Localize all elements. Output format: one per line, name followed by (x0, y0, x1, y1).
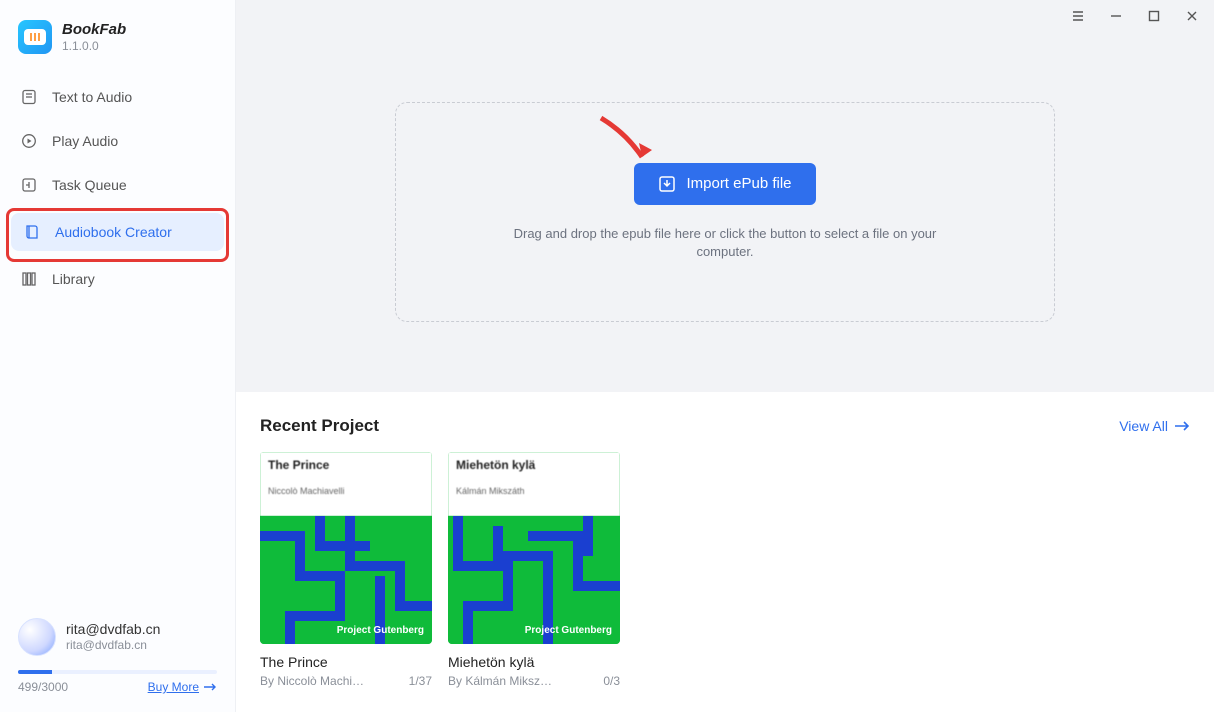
menu-button[interactable] (1070, 8, 1086, 24)
drop-area: Import ePub file Drag and drop the epub … (236, 32, 1214, 392)
recent-title: Recent Project (260, 416, 379, 436)
arrow-right-icon (1174, 420, 1190, 432)
recent-section: Recent Project View All The Prince Nicco… (236, 392, 1214, 688)
pg-label: Project Gutenberg (525, 625, 612, 636)
cover-author: Niccolò Machiavelli (268, 486, 424, 496)
sidebar: BookFab 1.1.0.0 Text to Audio Play Audio (0, 0, 236, 712)
sidebar-item-text-to-audio[interactable]: Text to Audio (8, 78, 227, 116)
sidebar-item-label: Library (52, 271, 95, 287)
buy-more-label: Buy More (148, 680, 199, 694)
card-title: The Prince (260, 654, 432, 670)
user-panel: rita@dvdfab.cn rita@dvdfab.cn 499/3000 B… (0, 618, 235, 712)
app-version: 1.1.0.0 (62, 39, 126, 53)
titlebar (236, 0, 1214, 32)
sidebar-item-label: Task Queue (52, 177, 127, 193)
cover-title: Miehetön kylä (456, 458, 612, 472)
view-all-label: View All (1119, 418, 1168, 434)
project-card[interactable]: Miehetön kylä Kálmán Mikszáth Project Gu… (448, 452, 620, 688)
library-icon (20, 270, 38, 288)
hamburger-icon (1071, 9, 1085, 23)
import-icon (658, 175, 676, 193)
project-card[interactable]: The Prince Niccolò Machiavelli Project G… (260, 452, 432, 688)
buy-more-link[interactable]: Buy More (148, 680, 217, 694)
arrow-annotation-icon (596, 113, 656, 169)
sidebar-item-audiobook-creator[interactable]: Audiobook Creator (11, 213, 224, 251)
drop-help-text: Drag and drop the epub file here or clic… (505, 225, 945, 261)
card-count: 1/37 (409, 674, 432, 688)
quota-progress (18, 670, 217, 674)
project-cover: Miehetön kylä Kálmán Mikszáth Project Gu… (448, 452, 620, 644)
sidebar-nav: Text to Audio Play Audio Task Queue (0, 78, 235, 304)
recent-cards: The Prince Niccolò Machiavelli Project G… (260, 452, 1190, 688)
sidebar-item-library[interactable]: Library (8, 260, 227, 298)
close-button[interactable] (1184, 8, 1200, 24)
quota-text: 499/3000 (18, 680, 68, 694)
sidebar-item-label: Audiobook Creator (55, 224, 172, 240)
pg-label: Project Gutenberg (337, 625, 424, 636)
sidebar-item-task-queue[interactable]: Task Queue (8, 166, 227, 204)
card-byline: By Kálmán Miksz… (448, 674, 552, 688)
user-subtext: rita@dvdfab.cn (66, 638, 160, 652)
sidebar-item-label: Play Audio (52, 133, 118, 149)
main: Import ePub file Drag and drop the epub … (236, 0, 1214, 712)
book-icon (23, 223, 41, 241)
queue-icon (20, 176, 38, 194)
minimize-icon (1109, 9, 1123, 23)
arrow-right-icon (203, 682, 217, 692)
app-logo (18, 20, 52, 54)
cover-title: The Prince (268, 458, 424, 472)
cover-author: Kálmán Mikszáth (456, 486, 612, 496)
maximize-button[interactable] (1146, 8, 1162, 24)
sidebar-item-label: Text to Audio (52, 89, 132, 105)
close-icon (1185, 9, 1199, 23)
user-email: rita@dvdfab.cn (66, 621, 160, 638)
maximize-icon (1147, 9, 1161, 23)
card-title: Miehetön kylä (448, 654, 620, 670)
card-byline: By Niccolò Machi… (260, 674, 364, 688)
import-epub-button[interactable]: Import ePub file (634, 163, 815, 205)
card-count: 0/3 (603, 674, 620, 688)
project-cover: The Prince Niccolò Machiavelli Project G… (260, 452, 432, 644)
avatar[interactable] (18, 618, 56, 656)
document-icon (20, 88, 38, 106)
brand: BookFab 1.1.0.0 (0, 0, 235, 78)
sidebar-item-play-audio[interactable]: Play Audio (8, 122, 227, 160)
drop-box[interactable]: Import ePub file Drag and drop the epub … (395, 102, 1055, 322)
import-label: Import ePub file (686, 175, 791, 192)
view-all-link[interactable]: View All (1119, 418, 1190, 434)
play-icon (20, 132, 38, 150)
minimize-button[interactable] (1108, 8, 1124, 24)
app-name: BookFab (62, 21, 126, 39)
highlight-annotation: Audiobook Creator (6, 208, 229, 262)
